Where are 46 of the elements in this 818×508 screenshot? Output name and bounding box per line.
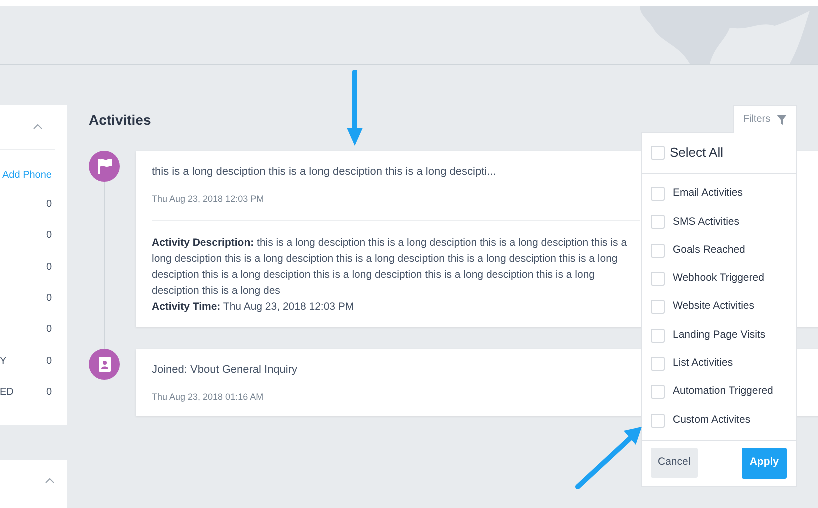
filter-option-label: Webhook Triggered bbox=[673, 271, 764, 286]
filters-button[interactable]: Filters bbox=[733, 105, 797, 133]
section-title: Activities bbox=[89, 111, 152, 130]
row-value: 0 bbox=[46, 229, 52, 244]
row-value: 0 bbox=[46, 323, 52, 338]
row-label: ED bbox=[0, 386, 14, 400]
row-value: 0 bbox=[46, 386, 52, 400]
checkbox[interactable] bbox=[651, 385, 665, 400]
row-value: 0 bbox=[46, 292, 52, 306]
filter-option-label: Website Activities bbox=[673, 299, 755, 314]
filter-option-label: Custom Activites bbox=[673, 412, 751, 428]
collapse-icon[interactable] bbox=[33, 124, 43, 130]
checkbox[interactable] bbox=[651, 300, 665, 314]
filter-option-label: Goals Reached bbox=[673, 242, 746, 258]
add-phone-link[interactable]: Add Phone bbox=[0, 168, 67, 183]
checkbox[interactable] bbox=[651, 272, 665, 286]
filter-option-label: List Activities bbox=[673, 356, 734, 372]
row-value: 0 bbox=[46, 198, 52, 212]
activity-time: Thu Aug 23, 2018 12:03 PM bbox=[152, 192, 266, 206]
activity-detail: Activity Time: Thu Aug 23, 2018 12:03 PM bbox=[152, 300, 356, 315]
checkbox[interactable] bbox=[651, 146, 665, 160]
flag-icon bbox=[89, 151, 120, 182]
cancel-button[interactable]: Cancel bbox=[651, 448, 698, 478]
filter-icon bbox=[776, 114, 787, 124]
arrow-drawing bbox=[574, 425, 644, 491]
checkbox[interactable] bbox=[651, 356, 665, 371]
address-book-icon bbox=[89, 349, 120, 380]
activity-summary: this is a long desciption this is a long desciption this is a long descipti... bbox=[152, 165, 498, 180]
filter-option-label: Automation Triggered bbox=[673, 384, 774, 400]
row-value: 0 bbox=[46, 260, 52, 275]
activity-detail: Activity Description: this is a long desciption this is a long desciption this is a long desciption this is a long desciption this is a long desciption this is a long desciption this is a long desciption this is a long desciption this is a long desciption this is a long desciption this is a long desciption this is a long desciption this is a long des bbox=[152, 236, 628, 299]
checkbox[interactable] bbox=[651, 414, 665, 428]
select-all-label: Select All bbox=[670, 144, 724, 162]
filter-option-label: SMS Activities bbox=[673, 214, 740, 230]
checkbox[interactable] bbox=[651, 244, 665, 258]
activity-summary: Joined: Vbout General Inquiry bbox=[152, 363, 299, 378]
activity-time: Thu Aug 23, 2018 01:16 AM bbox=[152, 390, 265, 404]
checkbox[interactable] bbox=[651, 328, 665, 343]
checkbox[interactable] bbox=[651, 187, 665, 202]
checkbox[interactable] bbox=[651, 215, 665, 230]
row-value: 0 bbox=[46, 354, 52, 369]
filter-option-label: Landing Page Visits bbox=[673, 328, 766, 343]
collapse-icon[interactable] bbox=[45, 478, 55, 484]
row-label: Y bbox=[0, 354, 7, 369]
apply-button[interactable]: Apply bbox=[742, 448, 787, 479]
filter-option-label: Email Activities bbox=[673, 186, 744, 202]
